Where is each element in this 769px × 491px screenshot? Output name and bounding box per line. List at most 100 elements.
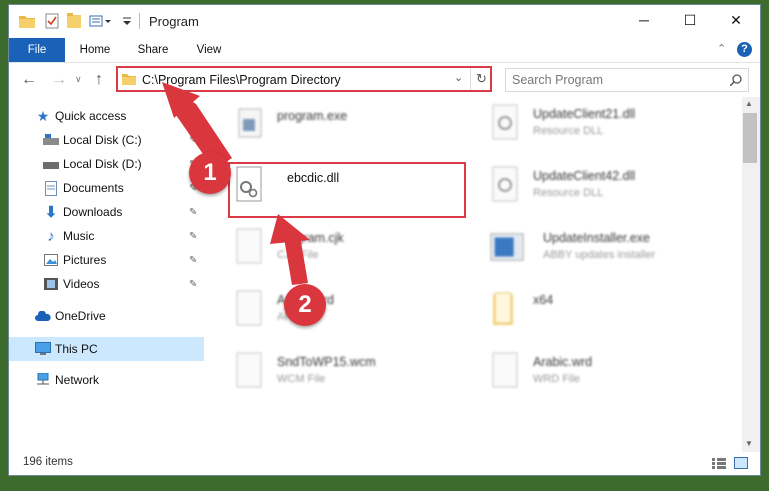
- file-highlight-box: [228, 162, 466, 218]
- drive-icon: [43, 156, 59, 172]
- star-icon: ★: [36, 107, 50, 124]
- new-folder-icon[interactable]: [67, 12, 81, 30]
- file-item[interactable]: UpdateInstaller.exe ABBY updates install…: [475, 225, 711, 275]
- pin-icon: ✎: [189, 230, 198, 242]
- pin-icon: ✎: [189, 278, 198, 290]
- file-name: SndToWP15.wcm: [277, 355, 376, 369]
- address-row: ← → ∨ ↑ C:\Program Files\Program Directo…: [9, 63, 760, 97]
- computer-icon: [35, 341, 51, 357]
- details-view-icon[interactable]: [712, 458, 726, 469]
- scroll-thumb[interactable]: [743, 113, 757, 163]
- pin-icon: ✎: [189, 134, 198, 146]
- file-item[interactable]: program.exe: [219, 101, 455, 151]
- navigation-pane: ★ Quick access Local Disk (C:) ✎ Local D…: [9, 101, 204, 446]
- exe-file-icon: [238, 108, 262, 138]
- search-box[interactable]: Search Program: [505, 68, 749, 92]
- file-item[interactable]: Arabic.wrd WRD File: [475, 349, 711, 399]
- ribbon-tabs: File Home Share View ⌃ ?: [9, 38, 760, 63]
- sidebar-item-quick-access[interactable]: ★ Quick access: [9, 105, 204, 127]
- step-badge-2: 2: [284, 284, 326, 326]
- file-description: Resource DLL: [533, 187, 604, 199]
- generic-file-icon: [236, 290, 262, 326]
- back-arrow-icon[interactable]: ←: [21, 71, 37, 89]
- address-dropdown-icon[interactable]: ⌄: [454, 71, 463, 84]
- generic-file-icon: [236, 228, 262, 264]
- tab-share[interactable]: Share: [127, 38, 179, 62]
- file-item[interactable]: UpdateClient42.dll Resource DLL: [475, 163, 711, 213]
- scroll-up-icon[interactable]: ▲: [745, 99, 753, 108]
- dll-file-icon: [492, 166, 518, 202]
- dll-file-icon: [492, 104, 518, 140]
- sidebar-item-onedrive[interactable]: OneDrive: [9, 305, 204, 327]
- videos-icon: [43, 276, 59, 292]
- file-description: ABBY updates installer: [543, 249, 656, 261]
- pin-icon: ✎: [189, 254, 198, 266]
- explorer-window: Program ─ ☐ ✕ File Home Share View ⌃ ? ←…: [8, 4, 761, 476]
- file-list: program.exe UpdateClient21.dll Resource …: [219, 101, 739, 446]
- file-name: Program.cjk: [277, 231, 344, 245]
- folder-icon: [19, 12, 35, 30]
- search-icon[interactable]: [730, 74, 742, 86]
- file-description: Resource DLL: [533, 125, 604, 137]
- forward-arrow-icon[interactable]: →: [51, 71, 67, 89]
- address-divider: [470, 68, 471, 90]
- documents-icon: [43, 180, 59, 196]
- file-item[interactable]: Program.cjk CJK File: [219, 225, 455, 275]
- expand-ribbon-icon[interactable]: ⌃: [717, 42, 726, 55]
- file-name: program.exe: [277, 109, 348, 123]
- file-item[interactable]: UpdateClient21.dll Resource DLL: [475, 101, 711, 151]
- tab-view[interactable]: View: [185, 38, 233, 62]
- sidebar-item-downloads[interactable]: ⬇ Downloads ✎: [9, 201, 204, 223]
- sidebar-item-videos[interactable]: Videos ✎: [9, 273, 204, 295]
- download-icon: ⬇: [44, 204, 58, 221]
- sidebar-item-music[interactable]: ♪ Music ✎: [9, 225, 204, 247]
- qat-dropdown-icon[interactable]: [122, 12, 132, 30]
- minimize-button[interactable]: ─: [621, 5, 667, 35]
- tab-file[interactable]: File: [9, 38, 65, 62]
- network-icon: [35, 372, 51, 388]
- sidebar-item-pictures[interactable]: Pictures ✎: [9, 249, 204, 271]
- maximize-button[interactable]: ☐: [667, 5, 713, 35]
- sidebar-item-documents[interactable]: Documents ✎: [9, 177, 204, 199]
- sidebar-item-this-pc[interactable]: This PC: [9, 337, 204, 361]
- up-arrow-icon[interactable]: ↑: [95, 71, 103, 89]
- file-name: UpdateClient42.dll: [533, 169, 636, 183]
- recent-locations-icon[interactable]: ∨: [75, 74, 82, 85]
- installer-icon: [490, 233, 524, 261]
- file-name: UpdateClient21.dll: [533, 107, 636, 121]
- item-count: 196 items: [23, 456, 73, 468]
- folder-icon: [493, 292, 513, 325]
- address-bar[interactable]: C:\Program Files\Program Directory ⌄ ↻: [116, 66, 492, 92]
- step-badge-1: 1: [189, 152, 231, 194]
- customize-qat-icon[interactable]: [89, 12, 113, 30]
- generic-file-icon: [236, 352, 262, 388]
- scroll-down-icon[interactable]: ▼: [745, 439, 753, 448]
- tab-home[interactable]: Home: [69, 38, 121, 62]
- vertical-scrollbar[interactable]: ▲ ▼: [742, 97, 760, 452]
- pin-icon: ✎: [189, 206, 198, 218]
- properties-icon[interactable]: [45, 12, 59, 30]
- music-icon: ♪: [47, 227, 55, 245]
- sidebar-item-local-disk-c[interactable]: Local Disk (C:) ✎: [9, 129, 204, 151]
- status-bar: 196 items: [9, 451, 760, 475]
- file-item[interactable]: x64: [475, 287, 711, 337]
- file-item[interactable]: Arabic.ard ARD File: [219, 287, 455, 337]
- generic-file-icon: [492, 352, 518, 388]
- title-divider: [139, 13, 140, 29]
- file-description: WRD File: [533, 373, 581, 385]
- sidebar-item-local-disk-d[interactable]: Local Disk (D:) ✎: [9, 153, 204, 175]
- drive-icon: [43, 132, 59, 148]
- close-button[interactable]: ✕: [713, 5, 759, 35]
- refresh-icon[interactable]: ↻: [476, 71, 487, 87]
- pictures-icon: [43, 252, 59, 268]
- address-path: C:\Program Files\Program Directory: [142, 73, 341, 87]
- large-icons-view-icon[interactable]: [734, 457, 748, 469]
- search-input[interactable]: Search Program: [512, 73, 603, 87]
- title-bar: Program ─ ☐ ✕: [9, 5, 760, 37]
- file-name: UpdateInstaller.exe: [543, 231, 651, 245]
- file-description: CJK File: [277, 249, 319, 261]
- file-item[interactable]: SndToWP15.wcm WCM File: [219, 349, 455, 399]
- sidebar-item-network[interactable]: Network: [9, 369, 204, 391]
- file-name: x64: [533, 293, 554, 307]
- help-icon[interactable]: ?: [737, 42, 752, 57]
